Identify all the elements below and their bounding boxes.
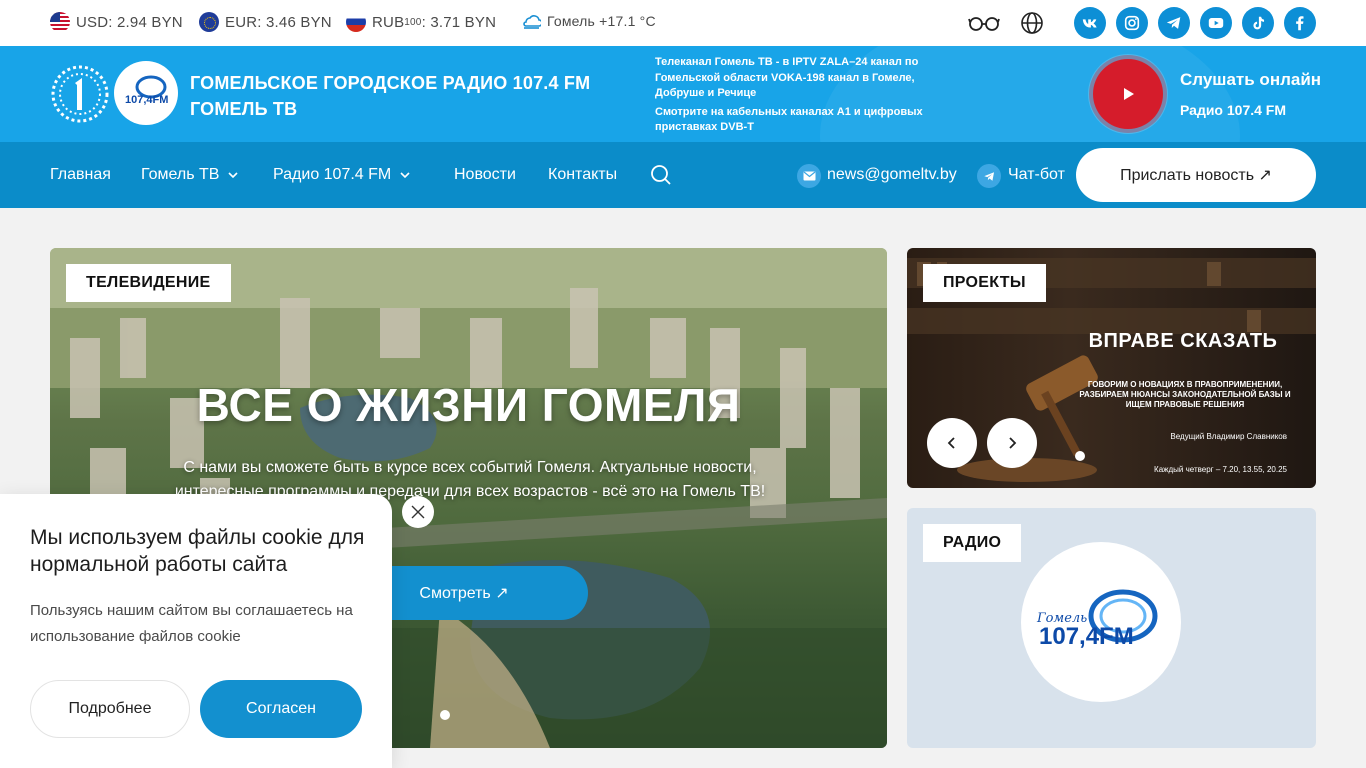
glasses-icon[interactable] — [968, 11, 1000, 35]
nav-item-radio[interactable]: Радио 107.4 FM — [273, 166, 411, 184]
search-icon[interactable] — [650, 164, 672, 186]
cloud-icon — [523, 15, 541, 29]
broadcast-info: Телеканал Гомель ТВ - в IPTV ZALA–24 кан… — [655, 56, 923, 133]
cookie-text: Пользуясь нашим сайтом вы соглашаетесь н… — [30, 602, 353, 645]
mail-icon — [797, 164, 821, 188]
top-bar: USD: 2.94 BYN EUR: 3.46 BYN RUB 100: 3.71… — [0, 0, 1366, 46]
nav-item-contacts[interactable]: Контакты — [548, 166, 617, 184]
svg-text:107,4FM: 107,4FM — [1039, 623, 1134, 650]
play-button[interactable] — [1093, 59, 1163, 129]
slider-dot[interactable] — [440, 710, 450, 720]
cookie-title: Мы используем файлы cookie для нормально… — [30, 526, 365, 576]
radio-logo: Гомель 107,4FM — [1021, 542, 1181, 702]
email-link[interactable]: news@gomeltv.by — [827, 166, 957, 184]
project-title: ВПРАВЕ СКАЗАТЬ — [1088, 330, 1278, 352]
channel-one-logo-icon[interactable] — [50, 61, 110, 127]
chevron-right-icon — [1009, 437, 1017, 449]
chevron-down-icon — [400, 172, 410, 179]
next-slide-button[interactable] — [987, 418, 1037, 468]
site-title[interactable]: ГОМЕЛЬСКОЕ ГОРОДСКОЕ РАДИО 107.4 FM ГОМЕ… — [190, 70, 590, 122]
projects-card[interactable]: ПРОЕКТЫ ВПРАВЕ СКАЗАТЬ ГОВОРИМ О НОВАЦИЯ… — [907, 248, 1316, 488]
project-schedule: Каждый четверг – 7.20, 13.55, 20.25 — [1154, 465, 1287, 474]
radio-card[interactable]: РАДИО Гомель 107,4FM — [907, 508, 1316, 748]
radio-logo-icon[interactable]: 107,4FM — [114, 61, 178, 125]
nav-item-news[interactable]: Новости — [454, 166, 516, 184]
slider-dot[interactable] — [1075, 451, 1085, 461]
category-tag[interactable]: ПРОЕКТЫ — [923, 264, 1046, 302]
play-icon — [1124, 88, 1134, 100]
nav-item-home[interactable]: Главная — [50, 166, 111, 184]
category-tag[interactable]: РАДИО — [923, 524, 1022, 562]
telegram-icon[interactable] — [1158, 7, 1190, 39]
rate-eur: EUR: 3.46 BYN — [199, 12, 332, 32]
radio-logo-icon: Гомель 107,4FM — [1036, 589, 1158, 650]
ru-flag-icon — [346, 12, 366, 32]
youtube-icon[interactable] — [1200, 7, 1232, 39]
chatbot-link[interactable]: Чат-бот — [1008, 166, 1065, 184]
nav-item-gomel-tv[interactable]: Гомель ТВ — [141, 166, 239, 184]
close-icon — [411, 505, 425, 519]
svg-text:107,4FM: 107,4FM — [125, 94, 168, 106]
hero-title: ВСЕ О ЖИЗНИ ГОМЕЛЯ — [196, 379, 741, 431]
category-tag[interactable]: ТЕЛЕВИДЕНИЕ — [66, 264, 231, 302]
close-cookie-button[interactable] — [402, 496, 434, 528]
rate-usd: USD: 2.94 BYN — [50, 12, 183, 32]
chevron-left-icon — [947, 437, 955, 449]
telegram-icon — [977, 164, 1001, 188]
cookie-banner: Мы используем файлы cookie для нормально… — [0, 494, 392, 768]
facebook-icon[interactable] — [1284, 7, 1316, 39]
agree-button[interactable]: Согласен — [200, 680, 362, 738]
listen-online-station: Радио 107.4 FM — [1180, 102, 1287, 118]
project-host: Ведущий Владимир Славников — [1170, 432, 1287, 441]
send-news-button[interactable]: Прислать новость ↗ — [1076, 148, 1316, 202]
listen-online-title[interactable]: Слушать онлайн — [1180, 70, 1321, 90]
globe-icon[interactable] — [1020, 11, 1044, 35]
project-description: ГОВОРИМ О НОВАЦИЯХ В ПРАВОПРИМЕНЕНИИ, РА… — [1079, 380, 1291, 409]
weather: Гомель +17.1 °C — [521, 12, 656, 30]
main-nav: Главная Гомель ТВ Радио 107.4 FM Новости… — [0, 142, 1366, 208]
site-header: 107,4FM ГОМЕЛЬСКОЕ ГОРОДСКОЕ РАДИО 107.4… — [0, 46, 1366, 142]
prev-slide-button[interactable] — [927, 418, 977, 468]
chevron-down-icon — [228, 172, 238, 179]
instagram-icon[interactable] — [1116, 7, 1148, 39]
rate-rub: RUB 100: 3.71 BYN — [346, 12, 496, 32]
tiktok-icon[interactable] — [1242, 7, 1274, 39]
eu-flag-icon — [199, 12, 219, 32]
us-flag-icon — [50, 12, 70, 32]
listen-online-player[interactable] — [1088, 54, 1168, 134]
more-info-button[interactable]: Подробнее — [30, 680, 190, 738]
vk-icon[interactable] — [1074, 7, 1106, 39]
